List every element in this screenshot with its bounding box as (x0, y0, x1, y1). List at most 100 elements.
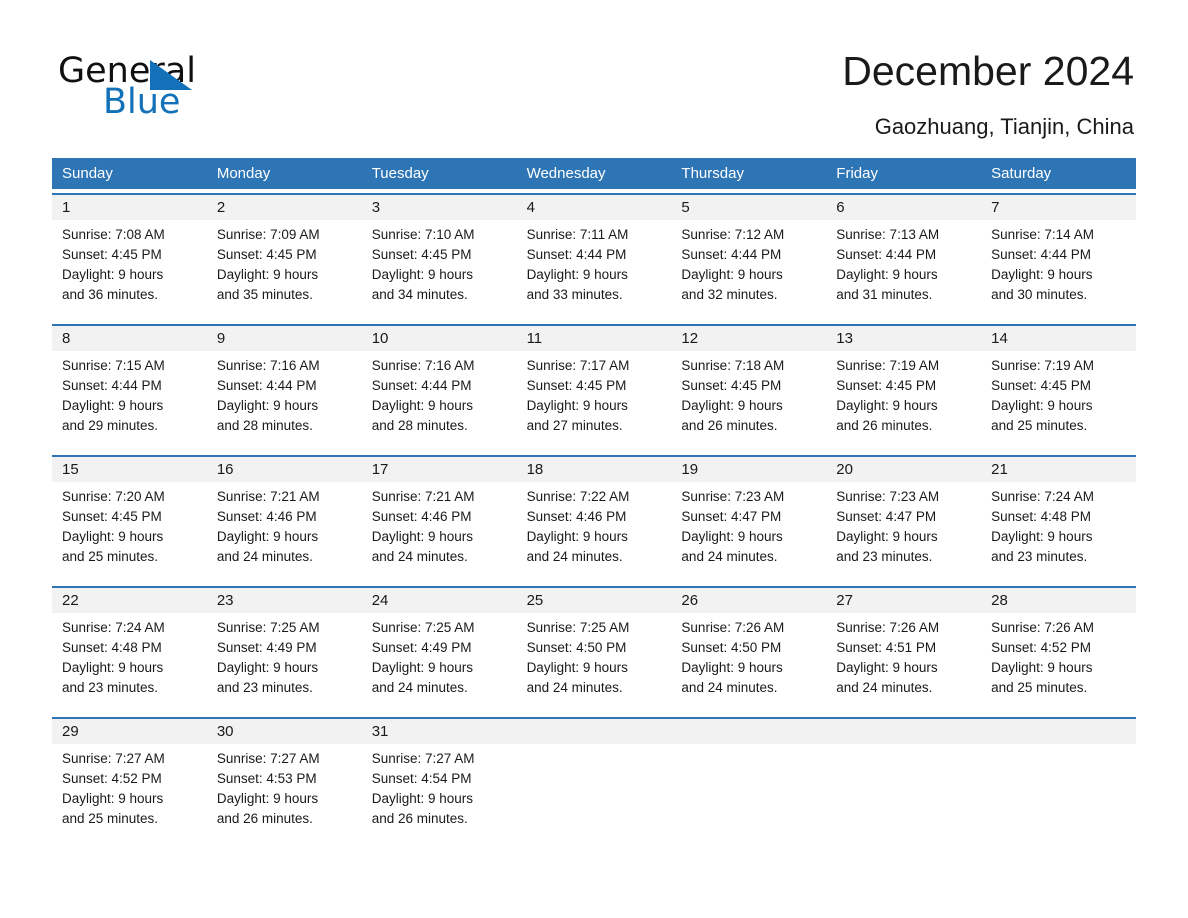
weekday-header-tuesday: Tuesday (371, 165, 429, 182)
sunrise-text: Sunrise: 7:25 AM (526, 620, 630, 635)
daylight-text-line2: and 27 minutes. (526, 418, 623, 433)
weekday-header-friday: Friday (836, 165, 878, 182)
day-cell: Sunrise: 7:20 AM Sunset: 4:45 PM Dayligh… (52, 487, 207, 582)
day-number[interactable]: 7 (981, 195, 1136, 220)
day-number[interactable]: 19 (671, 457, 826, 482)
sunset-text: Sunset: 4:44 PM (526, 247, 627, 262)
day-number[interactable]: 4 (517, 195, 672, 220)
calendar-week-row: 22 23 24 25 26 27 28 Sunrise: 7:24 AM Su… (52, 586, 1136, 713)
day-number-empty (826, 719, 981, 744)
day-number[interactable]: 23 (207, 588, 362, 613)
day-number[interactable]: 10 (362, 326, 517, 351)
day-number[interactable]: 5 (671, 195, 826, 220)
day-number[interactable]: 1 (52, 195, 207, 220)
sunrise-text: Sunrise: 7:17 AM (526, 358, 630, 373)
daylight-text-line2: and 24 minutes. (371, 549, 468, 564)
sunrise-text: Sunrise: 7:26 AM (681, 620, 785, 635)
day-number[interactable]: 17 (362, 457, 517, 482)
day-cell: Sunrise: 7:23 AM Sunset: 4:47 PM Dayligh… (826, 487, 981, 582)
sunset-text: Sunset: 4:52 PM (991, 640, 1091, 655)
day-number[interactable]: 18 (517, 457, 672, 482)
daylight-text-line1: Daylight: 9 hours (216, 529, 319, 544)
sunset-text: Sunset: 4:51 PM (836, 640, 937, 655)
day-number[interactable]: 24 (362, 588, 517, 613)
day-number[interactable]: 31 (362, 719, 517, 744)
day-number[interactable]: 25 (517, 588, 672, 613)
day-number[interactable]: 20 (826, 457, 981, 482)
sunrise-text: Sunrise: 7:21 AM (371, 489, 475, 504)
daylight-text-line1: Daylight: 9 hours (216, 791, 319, 806)
calendar-week-row: 8 9 10 11 12 13 14 Sunrise: 7:15 AM Suns… (52, 324, 1136, 451)
sunset-text: Sunset: 4:47 PM (681, 509, 782, 524)
sunrise-text: Sunrise: 7:20 AM (62, 489, 165, 504)
day-number[interactable]: 12 (671, 326, 826, 351)
day-cell: Sunrise: 7:13 AM Sunset: 4:44 PM Dayligh… (826, 225, 981, 320)
day-cell: Sunrise: 7:22 AM Sunset: 4:46 PM Dayligh… (517, 487, 672, 582)
sunrise-text: Sunrise: 7:16 AM (216, 358, 320, 373)
sunrise-text: Sunrise: 7:10 AM (371, 227, 475, 242)
day-cell: Sunrise: 7:21 AM Sunset: 4:46 PM Dayligh… (362, 487, 517, 582)
day-number-band: 22 23 24 25 26 27 28 (52, 588, 1136, 613)
daylight-text-line2: and 31 minutes. (836, 287, 933, 302)
day-cell: Sunrise: 7:24 AM Sunset: 4:48 PM Dayligh… (52, 618, 207, 713)
day-number-band: 29 30 31 (52, 719, 1136, 744)
daylight-text-line1: Daylight: 9 hours (62, 791, 164, 806)
day-number[interactable]: 9 (207, 326, 362, 351)
day-details-band: Sunrise: 7:08 AM Sunset: 4:45 PM Dayligh… (52, 220, 1136, 320)
general-blue-logo[interactable]: General Blue (58, 52, 318, 132)
daylight-text-line1: Daylight: 9 hours (371, 398, 474, 413)
weekday-header-row: Sunday Monday Tuesday Wednesday Thursday… (52, 158, 1136, 189)
sunset-text: Sunset: 4:48 PM (62, 640, 162, 655)
day-cell: Sunrise: 7:25 AM Sunset: 4:49 PM Dayligh… (362, 618, 517, 713)
day-number-band: 15 16 17 18 19 20 21 (52, 457, 1136, 482)
daylight-text-line1: Daylight: 9 hours (62, 660, 164, 675)
day-number[interactable]: 15 (52, 457, 207, 482)
daylight-text-line1: Daylight: 9 hours (526, 660, 628, 675)
calendar-page: General Blue December 2024 Gaozhuang, Ti… (0, 0, 1188, 918)
weekday-header-monday: Monday (216, 165, 271, 182)
day-number[interactable]: 3 (362, 195, 517, 220)
day-number[interactable]: 13 (826, 326, 981, 351)
daylight-text-line2: and 25 minutes. (62, 549, 159, 564)
day-number[interactable]: 26 (671, 588, 826, 613)
sunset-text: Sunset: 4:45 PM (216, 247, 317, 262)
day-cell: Sunrise: 7:21 AM Sunset: 4:46 PM Dayligh… (207, 487, 362, 582)
daylight-text-line2: and 23 minutes. (991, 549, 1088, 564)
daylight-text-line2: and 24 minutes. (526, 549, 623, 564)
day-cell: Sunrise: 7:12 AM Sunset: 4:44 PM Dayligh… (671, 225, 826, 320)
sunset-text: Sunset: 4:44 PM (681, 247, 782, 262)
day-cell: Sunrise: 7:23 AM Sunset: 4:47 PM Dayligh… (671, 487, 826, 582)
daylight-text-line2: and 29 minutes. (62, 418, 159, 433)
day-number[interactable]: 11 (517, 326, 672, 351)
daylight-text-line2: and 24 minutes. (371, 680, 468, 695)
day-cell: Sunrise: 7:19 AM Sunset: 4:45 PM Dayligh… (981, 356, 1136, 451)
day-cell: Sunrise: 7:09 AM Sunset: 4:45 PM Dayligh… (207, 225, 362, 320)
sunset-text: Sunset: 4:46 PM (216, 509, 317, 524)
daylight-text-line2: and 24 minutes. (681, 549, 778, 564)
day-number[interactable]: 27 (826, 588, 981, 613)
day-number[interactable]: 21 (981, 457, 1136, 482)
day-cell: Sunrise: 7:18 AM Sunset: 4:45 PM Dayligh… (671, 356, 826, 451)
day-number[interactable]: 22 (52, 588, 207, 613)
day-number[interactable]: 29 (52, 719, 207, 744)
daylight-text-line1: Daylight: 9 hours (62, 529, 164, 544)
daylight-text-line1: Daylight: 9 hours (836, 529, 938, 544)
daylight-text-line1: Daylight: 9 hours (991, 660, 1093, 675)
day-cell: Sunrise: 7:27 AM Sunset: 4:54 PM Dayligh… (362, 749, 517, 844)
sunrise-text: Sunrise: 7:14 AM (991, 227, 1094, 242)
day-number[interactable]: 14 (981, 326, 1136, 351)
daylight-text-line2: and 25 minutes. (991, 418, 1088, 433)
day-number[interactable]: 30 (207, 719, 362, 744)
sunset-text: Sunset: 4:44 PM (991, 247, 1091, 262)
sunrise-text: Sunrise: 7:23 AM (681, 489, 785, 504)
day-number[interactable]: 28 (981, 588, 1136, 613)
day-cell-empty (981, 749, 1136, 844)
day-number[interactable]: 2 (207, 195, 362, 220)
day-number[interactable]: 6 (826, 195, 981, 220)
day-number[interactable]: 8 (52, 326, 207, 351)
daylight-text-line1: Daylight: 9 hours (371, 529, 474, 544)
sunset-text: Sunset: 4:45 PM (991, 378, 1091, 393)
day-cell: Sunrise: 7:10 AM Sunset: 4:45 PM Dayligh… (362, 225, 517, 320)
daylight-text-line2: and 32 minutes. (681, 287, 778, 302)
day-number[interactable]: 16 (207, 457, 362, 482)
